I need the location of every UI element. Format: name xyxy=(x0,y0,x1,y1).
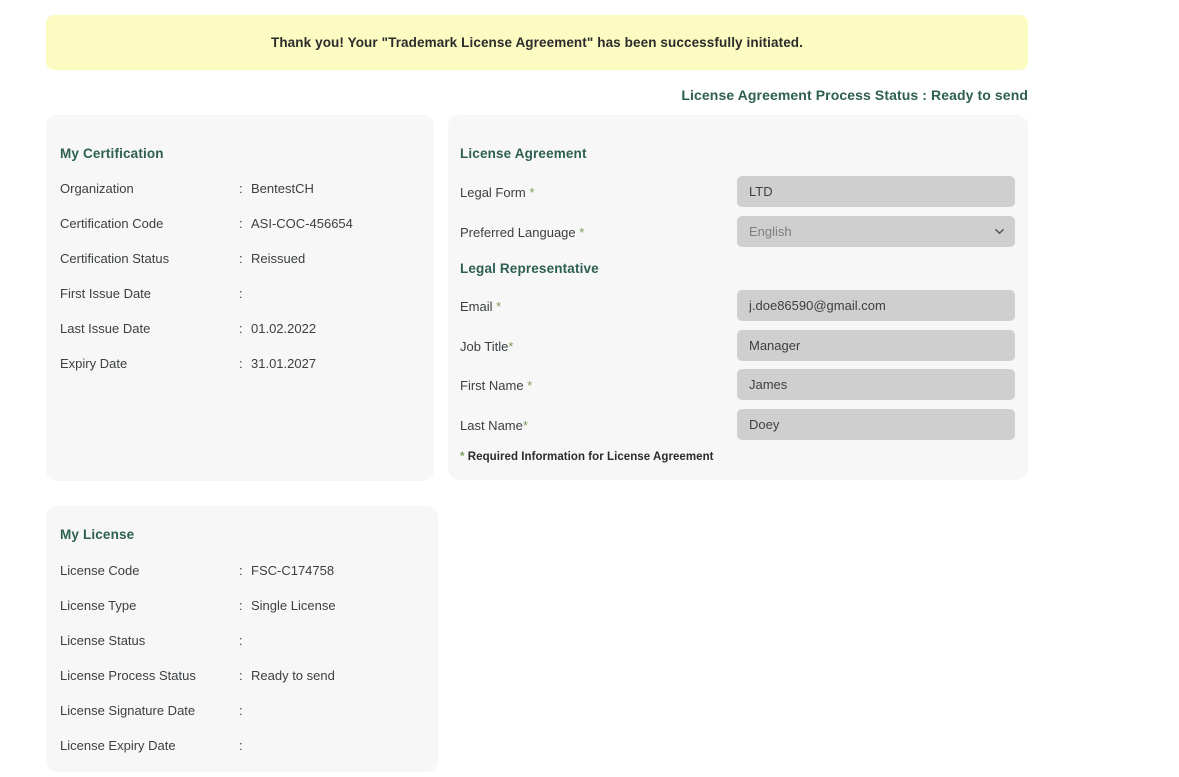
list-item: Certification Status : Reissued xyxy=(46,251,434,269)
preferred-language-row: Preferred Language * xyxy=(448,216,1028,247)
info-separator: : xyxy=(239,286,243,301)
license-agreement-process-status: License Agreement Process Status : Ready… xyxy=(681,87,1028,103)
info-value: BentestCH xyxy=(251,181,314,196)
info-separator: : xyxy=(239,321,243,336)
info-label: First Issue Date xyxy=(60,286,152,301)
info-label: Certification Status xyxy=(60,251,170,266)
info-value: Single License xyxy=(251,598,336,613)
info-separator: : xyxy=(239,738,243,753)
info-separator: : xyxy=(239,356,243,371)
info-label: License Status xyxy=(60,633,146,648)
list-item: Certification Code : ASI-COC-456654 xyxy=(46,216,434,234)
list-item: License Process Status : Ready to send xyxy=(46,668,438,686)
legal-representative-title: Legal Representative xyxy=(460,261,599,276)
my-license-title: My License xyxy=(60,527,135,542)
info-label: License Code xyxy=(60,563,140,578)
required-asterisk: * xyxy=(529,185,535,200)
email-field[interactable] xyxy=(737,290,1015,321)
info-separator: : xyxy=(239,598,243,613)
job-title-field[interactable] xyxy=(737,330,1015,361)
my-license-card: My License License Code : FSC-C174758 Li… xyxy=(46,506,438,772)
info-label: License Signature Date xyxy=(60,703,196,718)
info-separator: : xyxy=(239,633,243,648)
job-title-label: Job Title* xyxy=(460,339,514,354)
info-value: ASI-COC-456654 xyxy=(251,216,353,231)
info-separator: : xyxy=(239,563,243,578)
list-item: First Issue Date : xyxy=(46,286,434,304)
legal-form-input[interactable] xyxy=(737,176,1015,207)
info-value: Reissued xyxy=(251,251,306,266)
required-asterisk: * xyxy=(508,339,514,354)
info-label: Organization xyxy=(60,181,134,196)
required-asterisk: * xyxy=(522,418,528,433)
list-item: License Code : FSC-C174758 xyxy=(46,563,438,581)
last-name-row: Last Name* xyxy=(448,409,1028,440)
job-title-row: Job Title* xyxy=(448,330,1028,361)
info-label: License Type xyxy=(60,598,137,613)
preferred-language-select-wrap xyxy=(737,216,1015,247)
info-label: Expiry Date xyxy=(60,356,128,371)
list-item: Expiry Date : 31.01.2027 xyxy=(46,356,434,374)
info-label: Last Issue Date xyxy=(60,321,151,336)
list-item: License Type : Single License xyxy=(46,598,438,616)
success-banner: Thank you! Your "Trademark License Agree… xyxy=(46,15,1028,70)
info-separator: : xyxy=(239,703,243,718)
list-item: License Status : xyxy=(46,633,438,651)
required-info-note: * Required Information for License Agree… xyxy=(460,451,714,463)
info-label: Certification Code xyxy=(60,216,164,231)
last-name-field[interactable] xyxy=(737,409,1015,440)
success-banner-text: Thank you! Your "Trademark License Agree… xyxy=(270,35,804,50)
license-agreement-title: License Agreement xyxy=(460,146,587,161)
required-asterisk: * xyxy=(579,225,585,240)
info-value: FSC-C174758 xyxy=(251,563,335,578)
info-value: 01.02.2022 xyxy=(251,321,317,336)
info-value: 31.01.2027 xyxy=(251,356,317,371)
info-separator: : xyxy=(239,668,243,683)
info-value: Ready to send xyxy=(251,668,335,683)
list-item: Last Issue Date : 01.02.2022 xyxy=(46,321,434,339)
preferred-language-select[interactable] xyxy=(737,216,1015,247)
legal-form-label: Legal Form * xyxy=(460,185,535,200)
list-item: License Expiry Date : xyxy=(46,738,438,756)
info-separator: : xyxy=(239,216,243,231)
last-name-label: Last Name* xyxy=(460,418,528,433)
license-agreement-card: License Agreement Legal Form * Preferred… xyxy=(448,115,1028,480)
first-name-field[interactable] xyxy=(737,369,1015,400)
required-asterisk: * xyxy=(496,299,502,314)
info-label: License Process Status xyxy=(60,668,196,683)
list-item: Organization : BentestCH xyxy=(46,181,434,199)
legal-form-row: Legal Form * xyxy=(448,176,1028,207)
preferred-language-label: Preferred Language * xyxy=(460,225,585,240)
first-name-row: First Name * xyxy=(448,369,1028,400)
my-certification-card: My Certification Organization : BentestC… xyxy=(46,115,434,481)
info-separator: : xyxy=(239,181,243,196)
email-label: Email * xyxy=(460,299,502,314)
my-certification-title: My Certification xyxy=(60,146,164,161)
required-asterisk: * xyxy=(527,378,533,393)
list-item: License Signature Date : xyxy=(46,703,438,721)
first-name-label: First Name * xyxy=(460,378,533,393)
info-separator: : xyxy=(239,251,243,266)
info-label: License Expiry Date xyxy=(60,738,176,753)
email-row: Email * xyxy=(448,290,1028,321)
